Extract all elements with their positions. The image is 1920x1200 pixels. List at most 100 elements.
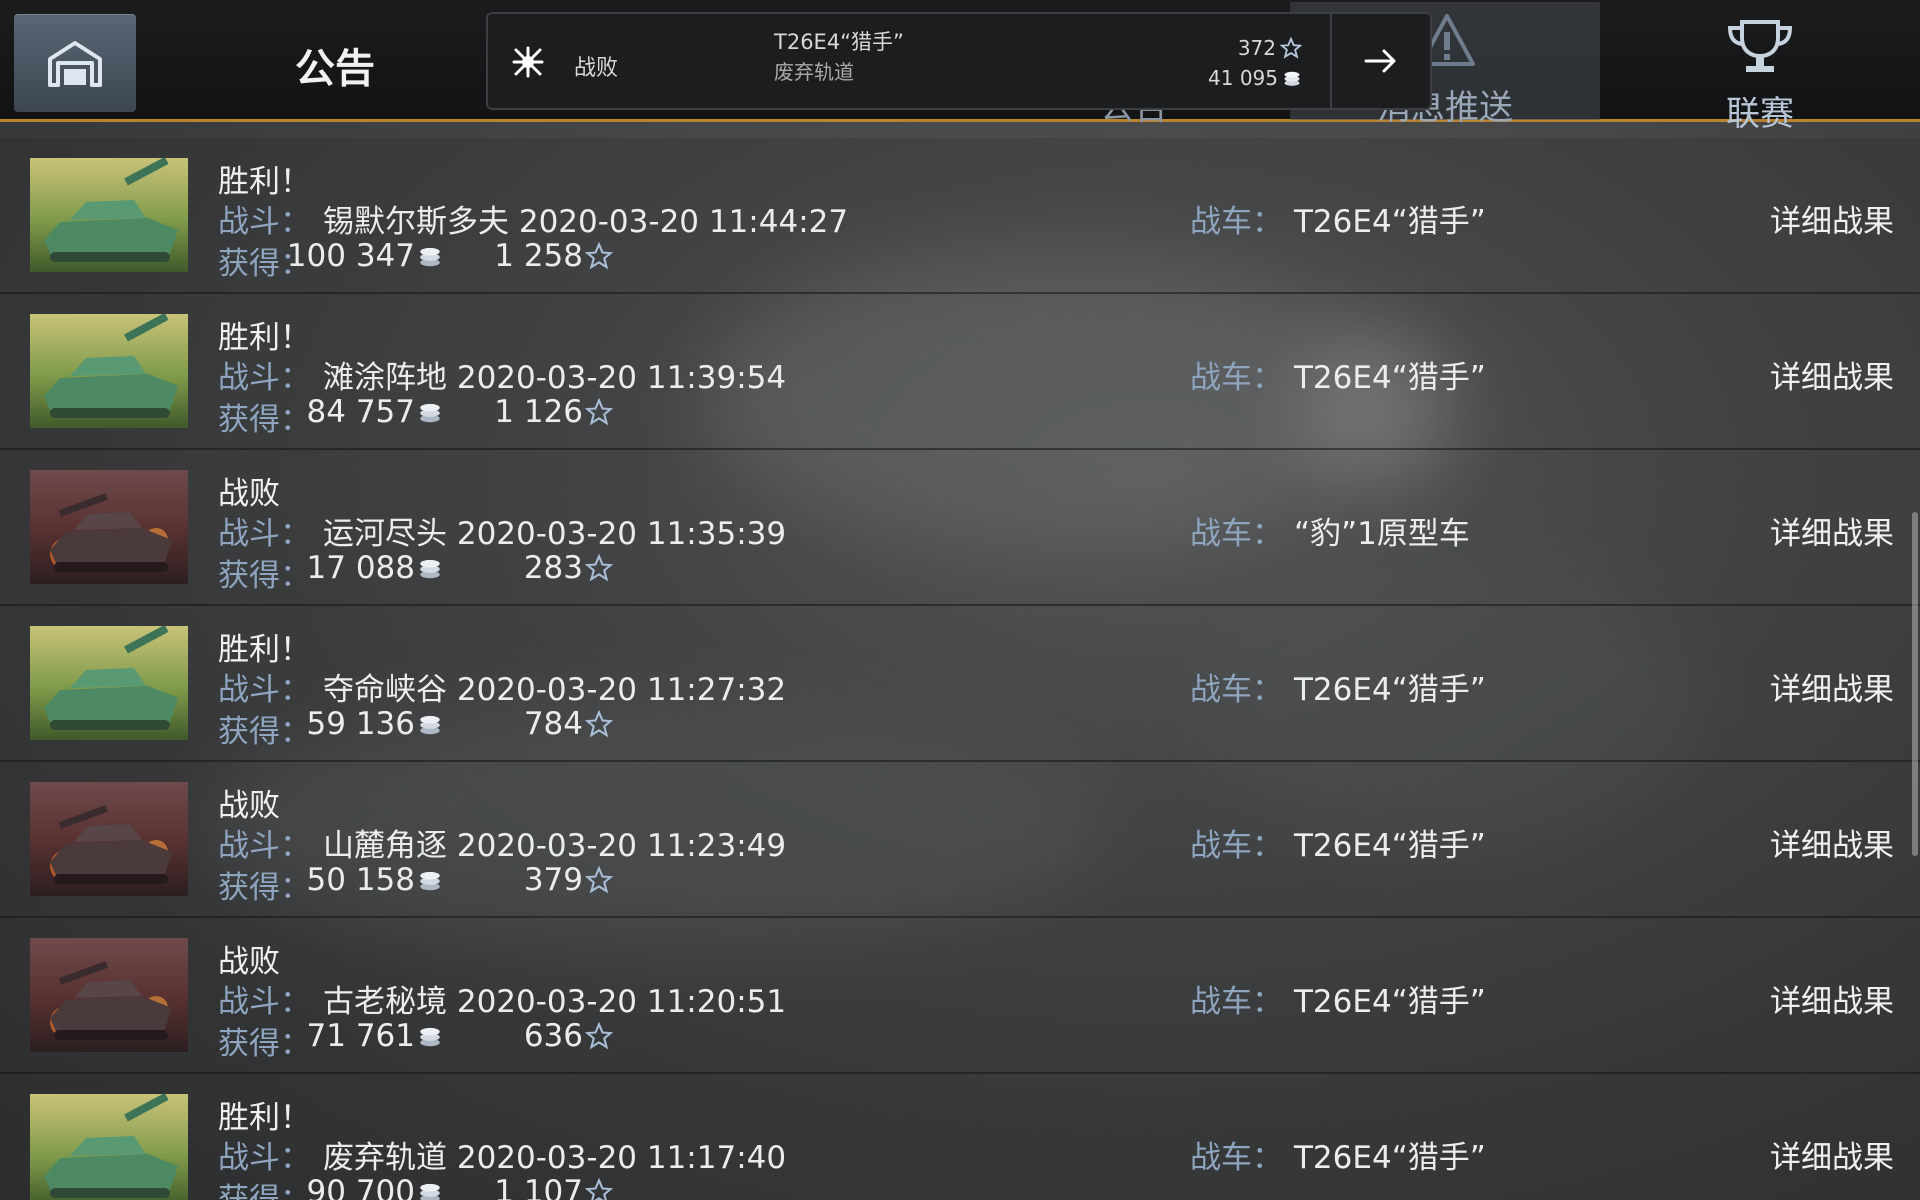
tab-league[interactable]: 联赛 xyxy=(1680,18,1840,135)
credits-icon xyxy=(420,559,440,579)
credits-value: 50 158 xyxy=(306,862,415,898)
tank-victory-image xyxy=(30,158,188,272)
earned-values: 90 700 1 107 xyxy=(307,1174,613,1200)
garage-button[interactable] xyxy=(14,14,136,112)
credits-icon xyxy=(420,871,440,891)
star-icon xyxy=(585,554,613,582)
vehicle-label: 战车： xyxy=(1190,1140,1283,1176)
tank-thumbnail xyxy=(30,314,188,428)
star-icon xyxy=(585,398,613,426)
star-icon xyxy=(1280,37,1302,59)
battle-result: 战败 xyxy=(218,476,280,512)
battle-row-5[interactable]: 战败 战斗： 山麓角逐 2020-03-20 11:23:49 获得： 50 1… xyxy=(0,762,1920,918)
credits-earned: 84 757 xyxy=(307,394,443,430)
details-button[interactable]: 详细战果 xyxy=(1770,508,1894,553)
earned-label: 获得： xyxy=(218,1026,311,1062)
battle-label: 战斗： xyxy=(218,984,311,1020)
xp-value: 636 xyxy=(523,1018,583,1054)
battle-label: 战斗： xyxy=(218,204,311,240)
credits-icon xyxy=(420,403,440,423)
earned-label: 获得： xyxy=(218,402,311,438)
xp-value: 1 107 xyxy=(494,1174,583,1200)
earned-label: 获得： xyxy=(218,870,311,906)
credits-earned: 71 761 xyxy=(307,1018,443,1054)
battle-map-time: 古老秘境 2020-03-20 11:20:51 xyxy=(323,984,787,1020)
battle-label: 战斗： xyxy=(218,828,311,864)
details-button[interactable]: 详细战果 xyxy=(1770,196,1894,241)
xp-earned: 1 126 xyxy=(494,394,613,430)
tank-thumbnail xyxy=(30,1094,188,1200)
vehicle-label: 战车： xyxy=(1190,828,1283,864)
battle-map-time: 山麓角逐 2020-03-20 11:23:49 xyxy=(323,828,787,864)
vehicle-name: T26E4“猎手” xyxy=(1294,360,1486,396)
toast-xp-value: 372 xyxy=(1237,36,1276,60)
tank-defeat-image xyxy=(30,782,188,896)
scrollbar[interactable] xyxy=(1912,512,1918,856)
credits-value: 17 088 xyxy=(306,550,415,586)
toast-tank-name: T26E4“猎手” xyxy=(774,30,904,54)
toast-open-button[interactable] xyxy=(1330,14,1430,108)
battle-map-time: 运河尽头 2020-03-20 11:35:39 xyxy=(323,516,787,552)
battle-label: 战斗： xyxy=(218,1140,311,1176)
tank-thumbnail xyxy=(30,782,188,896)
credits-icon xyxy=(420,1183,440,1200)
toast-xp: 372 xyxy=(1238,36,1302,60)
battle-row-6[interactable]: 战败 战斗： 古老秘境 2020-03-20 11:20:51 获得： 71 7… xyxy=(0,918,1920,1074)
toast-credits-value: 41 095 xyxy=(1208,66,1278,90)
battle-result: 胜利！ xyxy=(218,320,311,356)
battle-map-time: 废弃轨道 2020-03-20 11:17:40 xyxy=(323,1140,787,1176)
vehicle-name: T26E4“猎手” xyxy=(1294,204,1486,240)
xp-earned: 784 xyxy=(524,706,613,742)
tank-thumbnail xyxy=(30,938,188,1052)
credits-value: 84 757 xyxy=(306,394,415,430)
credits-value: 90 700 xyxy=(306,1174,415,1200)
trophy-icon xyxy=(1727,20,1793,72)
battle-map-time: 滩涂阵地 2020-03-20 11:39:54 xyxy=(323,360,787,396)
details-button[interactable]: 详细战果 xyxy=(1770,1132,1894,1177)
vehicle-name: T26E4“猎手” xyxy=(1294,672,1486,708)
battle-row-1[interactable]: 胜利！ 战斗： 锡默尔斯多夫 2020-03-20 11:44:27 获得： 1… xyxy=(0,138,1920,294)
earned-label: 获得： xyxy=(218,1182,311,1200)
tank-thumbnail xyxy=(30,470,188,584)
credits-icon xyxy=(420,715,440,735)
battle-map-time: 锡默尔斯多夫 2020-03-20 11:44:27 xyxy=(323,204,849,240)
vehicle-label: 战车： xyxy=(1190,204,1283,240)
battle-row-7[interactable]: 胜利！ 战斗： 废弃轨道 2020-03-20 11:17:40 获得： 90 … xyxy=(0,1074,1920,1200)
credits-earned: 100 347 xyxy=(287,238,443,274)
details-button[interactable]: 详细战果 xyxy=(1770,352,1894,397)
battle-row-3[interactable]: 战败 战斗： 运河尽头 2020-03-20 11:35:39 获得： 17 0… xyxy=(0,450,1920,606)
xp-earned: 1 258 xyxy=(494,238,613,274)
battle-result: 胜利！ xyxy=(218,164,311,200)
earned-label: 获得： xyxy=(218,714,311,750)
credits-earned: 90 700 xyxy=(307,1174,443,1200)
tank-thumbnail xyxy=(30,626,188,740)
xp-earned: 636 xyxy=(524,1018,613,1054)
credits-value: 100 347 xyxy=(286,238,415,274)
xp-earned: 1 107 xyxy=(494,1174,613,1200)
xp-value: 1 258 xyxy=(494,238,583,274)
xp-earned: 283 xyxy=(524,550,613,586)
details-button[interactable]: 详细战果 xyxy=(1770,820,1894,865)
battle-row-2[interactable]: 胜利！ 战斗： 滩涂阵地 2020-03-20 11:39:54 获得： 84 … xyxy=(0,294,1920,450)
details-button[interactable]: 详细战果 xyxy=(1770,664,1894,709)
battle-label: 战斗： xyxy=(218,516,311,552)
credits-icon xyxy=(420,1027,440,1047)
battle-result: 胜利！ xyxy=(218,632,311,668)
garage-icon xyxy=(48,41,102,87)
credits-icon xyxy=(420,247,440,267)
credits-earned: 17 088 xyxy=(307,550,443,586)
battle-result-toast[interactable]: 战败 T26E4“猎手” 废弃轨道 372 41 095 xyxy=(486,12,1432,110)
battle-result: 战败 xyxy=(218,944,280,980)
credits-earned: 59 136 xyxy=(307,706,443,742)
vehicle-label: 战车： xyxy=(1190,360,1283,396)
earned-values: 50 158 379 xyxy=(307,862,613,902)
battle-row-4[interactable]: 胜利！ 战斗： 夺命峡谷 2020-03-20 11:27:32 获得： 59 … xyxy=(0,606,1920,762)
star-icon xyxy=(585,866,613,894)
earned-values: 84 757 1 126 xyxy=(307,394,613,434)
details-button[interactable]: 详细战果 xyxy=(1770,976,1894,1021)
toast-result: 战败 xyxy=(574,56,619,81)
vehicle-label: 战车： xyxy=(1190,672,1283,708)
vehicle-name: T26E4“猎手” xyxy=(1294,828,1486,864)
vehicle-label: 战车： xyxy=(1190,516,1283,552)
star-icon xyxy=(585,1178,613,1200)
